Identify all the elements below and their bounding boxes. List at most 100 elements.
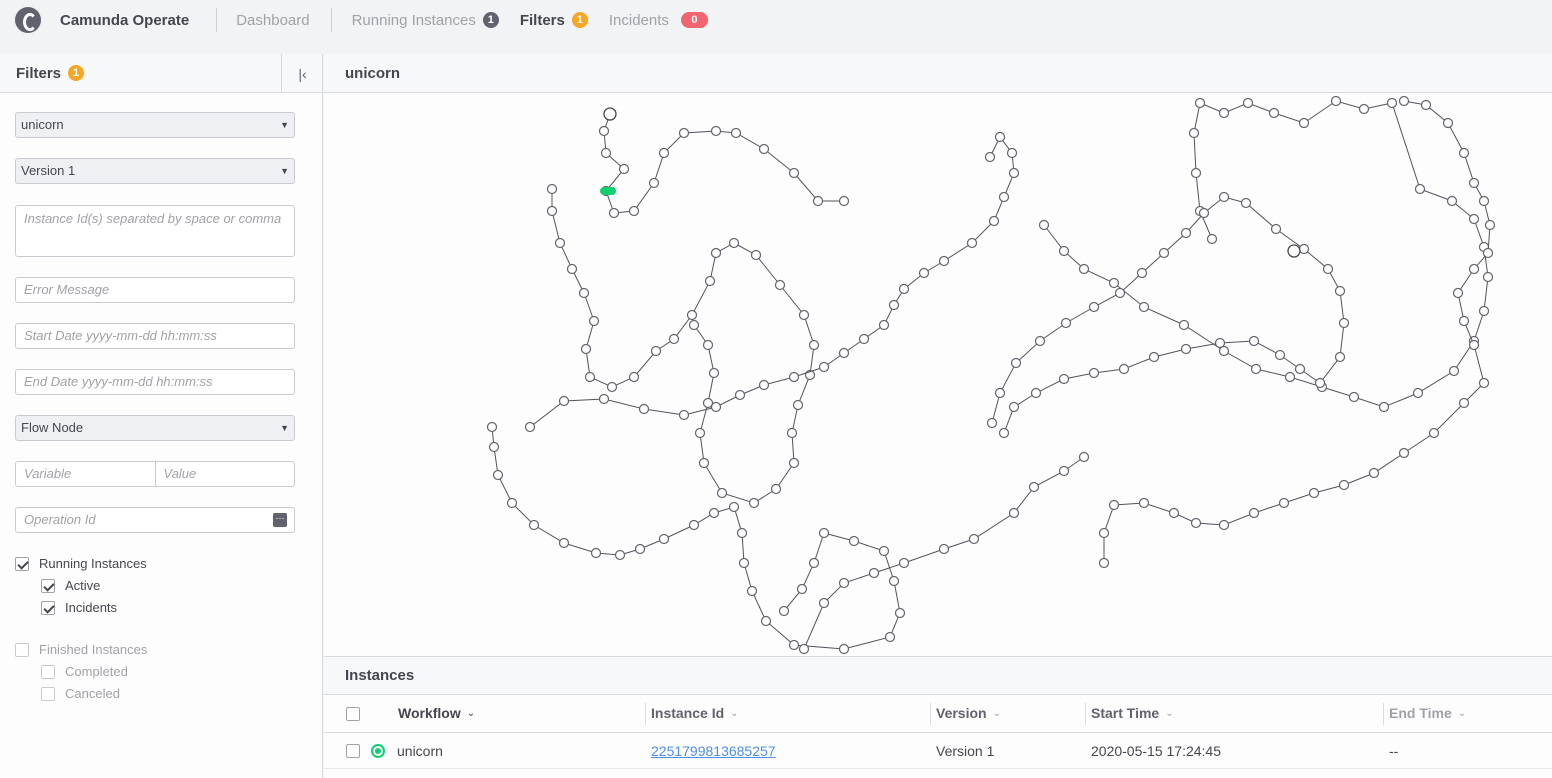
timer-event-icon[interactable] [1058,373,1070,385]
timer-event-icon[interactable] [710,247,722,259]
timer-event-icon[interactable] [1058,245,1070,257]
timer-event-icon[interactable] [1006,147,1018,159]
timer-event-icon[interactable] [988,215,1000,227]
running-instances-checkbox[interactable]: Running Instances [15,556,147,571]
timer-event-icon[interactable] [1034,335,1046,347]
timer-event-icon[interactable] [710,401,722,413]
timer-event-icon[interactable] [1088,301,1100,313]
start-event-icon[interactable] [603,107,617,121]
timer-event-icon[interactable] [898,283,910,295]
timer-event-icon[interactable] [1412,387,1424,399]
active-checkbox[interactable]: Active [41,578,100,593]
timer-event-icon[interactable] [1322,263,1334,275]
incidents-checkbox[interactable]: Incidents [41,600,117,615]
timer-event-icon[interactable] [658,147,670,159]
timer-event-icon[interactable] [648,177,660,189]
timer-event-icon[interactable] [1358,103,1370,115]
timer-event-icon[interactable] [738,557,750,569]
timer-event-icon[interactable] [628,371,640,383]
timer-event-icon[interactable] [786,427,798,439]
timer-event-icon[interactable] [686,309,698,321]
timer-event-icon[interactable] [1180,343,1192,355]
timer-event-icon[interactable] [694,427,706,439]
timer-event-icon[interactable] [818,597,830,609]
timer-event-icon[interactable] [1190,517,1202,529]
timer-event-icon[interactable] [1088,367,1100,379]
checkbox-checked-icon[interactable] [41,578,55,593]
timer-event-icon[interactable] [1242,97,1254,109]
nav-dashboard[interactable]: Dashboard [236,12,309,29]
timer-event-icon[interactable] [1274,349,1286,361]
timer-event-icon[interactable] [1298,243,1310,255]
timer-event-icon[interactable] [758,143,770,155]
timer-event-icon[interactable] [698,457,710,469]
timer-event-icon[interactable] [1414,183,1426,195]
timer-event-icon[interactable] [1180,227,1192,239]
nav-filters[interactable]: Filters 1 [520,12,588,29]
timer-event-icon[interactable] [758,379,770,391]
timer-event-icon[interactable] [1270,223,1282,235]
version-select[interactable]: Version 1 ▼ [15,158,295,184]
timer-event-icon[interactable] [1378,401,1390,413]
column-start-time[interactable]: Start Time ⌄ [1091,705,1174,721]
operation-id-input[interactable]: Operation Id ⋯ [15,507,295,533]
table-row[interactable]: unicorn 2251799813685257 Version 1 2020-… [324,733,1552,769]
timer-event-icon[interactable] [808,557,820,569]
timer-event-icon[interactable] [1248,335,1260,347]
timer-event-icon[interactable] [894,607,906,619]
timer-event-icon[interactable] [770,483,782,495]
collapse-panel-button[interactable]: |‹ [281,54,323,93]
timer-event-icon[interactable] [818,361,830,373]
timer-event-icon[interactable] [938,255,950,267]
timer-event-icon[interactable] [578,287,590,299]
timer-event-icon[interactable] [590,547,602,559]
timer-event-icon[interactable] [798,643,810,655]
timer-event-icon[interactable] [1482,271,1494,283]
timer-event-icon[interactable] [812,195,824,207]
timer-event-icon[interactable] [1008,167,1020,179]
timer-event-icon[interactable] [778,605,790,617]
timer-event-icon[interactable] [600,147,612,159]
timer-event-icon[interactable] [1482,247,1494,259]
timer-event-icon[interactable] [838,643,850,655]
timer-event-icon[interactable] [628,205,640,217]
timer-event-icon[interactable] [1478,305,1490,317]
timer-event-icon[interactable] [554,237,566,249]
timer-event-icon[interactable] [650,345,662,357]
timer-event-icon[interactable] [584,371,596,383]
error-message-input[interactable]: Error Message [15,277,295,303]
timer-event-icon[interactable] [678,127,690,139]
timer-event-icon[interactable] [1398,95,1410,107]
timer-event-icon[interactable] [1468,339,1480,351]
timer-event-icon[interactable] [1194,97,1206,109]
timer-event-icon[interactable] [986,417,998,429]
timer-event-icon[interactable] [1248,507,1260,519]
timer-event-icon[interactable] [788,167,800,179]
timer-event-icon[interactable] [710,125,722,137]
checkbox-unchecked-icon[interactable] [41,664,55,679]
timer-event-icon[interactable] [668,333,680,345]
timer-event-icon[interactable] [1158,247,1170,259]
timer-event-icon[interactable] [1218,107,1230,119]
timer-event-icon[interactable] [524,421,536,433]
timer-event-icon[interactable] [618,163,630,175]
timer-event-icon[interactable] [658,533,670,545]
timer-event-icon[interactable] [1478,377,1490,389]
timer-event-icon[interactable] [748,497,760,509]
timer-event-icon[interactable] [788,457,800,469]
timer-event-icon[interactable] [678,409,690,421]
timer-event-icon[interactable] [1188,127,1200,139]
timer-event-icon[interactable] [1148,351,1160,363]
timer-event-icon[interactable] [1368,467,1380,479]
timer-event-icon[interactable] [1294,363,1306,375]
timer-event-icon[interactable] [1398,447,1410,459]
timer-event-icon[interactable] [884,631,896,643]
timer-event-icon[interactable] [728,237,740,249]
timer-event-icon[interactable] [1138,301,1150,313]
timer-event-icon[interactable] [1030,387,1042,399]
timer-event-icon[interactable] [1298,117,1310,129]
timer-event-icon[interactable] [898,557,910,569]
start-event-icon[interactable] [1287,244,1301,258]
end-date-input[interactable]: End Date yyyy-mm-dd hh:mm:ss [15,369,295,395]
timer-event-icon[interactable] [938,543,950,555]
